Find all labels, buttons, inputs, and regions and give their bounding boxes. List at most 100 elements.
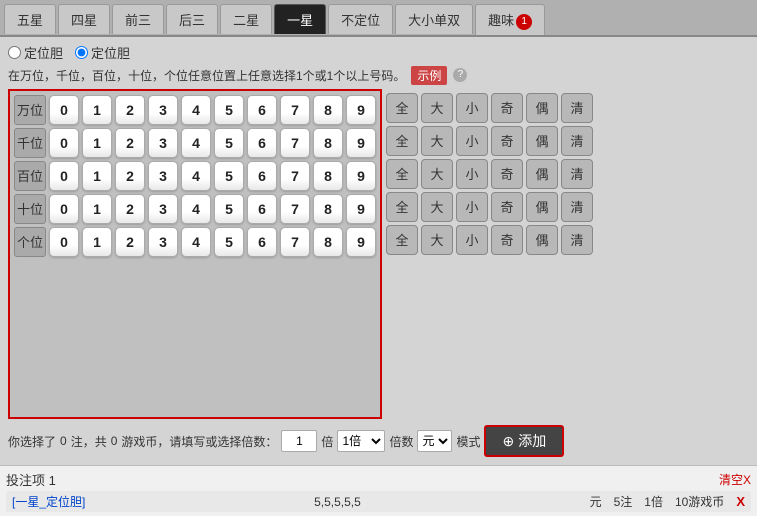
attr-shiwei-small[interactable]: 小: [456, 192, 488, 222]
num-gewei-2[interactable]: 2: [115, 227, 145, 257]
num-baiwei-3[interactable]: 3: [148, 161, 178, 191]
num-shiwei-0[interactable]: 0: [49, 194, 79, 224]
radio-dingweidan2[interactable]: 定位胆: [75, 43, 130, 62]
num-shiwei-2[interactable]: 2: [115, 194, 145, 224]
num-qianwei-2[interactable]: 2: [115, 128, 145, 158]
num-baiwei-7[interactable]: 7: [280, 161, 310, 191]
attr-baiwei-even[interactable]: 偶: [526, 159, 558, 189]
num-gewei-7[interactable]: 7: [280, 227, 310, 257]
label-gewei[interactable]: 个位: [14, 227, 46, 257]
add-button[interactable]: ⊕ 添加: [484, 425, 564, 457]
num-wanwei-6[interactable]: 6: [247, 95, 277, 125]
label-shiwei[interactable]: 十位: [14, 194, 46, 224]
attr-gewei-all[interactable]: 全: [386, 225, 418, 255]
num-shiwei-7[interactable]: 7: [280, 194, 310, 224]
attr-wanwei-even[interactable]: 偶: [526, 93, 558, 123]
mode-select[interactable]: 元 角 分: [417, 430, 452, 452]
num-baiwei-8[interactable]: 8: [313, 161, 343, 191]
attr-baiwei-big[interactable]: 大: [421, 159, 453, 189]
tab-erxing[interactable]: 二星: [220, 4, 272, 34]
num-baiwei-9[interactable]: 9: [346, 161, 376, 191]
num-wanwei-2[interactable]: 2: [115, 95, 145, 125]
num-gewei-6[interactable]: 6: [247, 227, 277, 257]
attr-gewei-big[interactable]: 大: [421, 225, 453, 255]
attr-qianwei-clear[interactable]: 清: [561, 126, 593, 156]
tab-qiansan[interactable]: 前三: [112, 4, 164, 34]
example-button[interactable]: 示例: [411, 66, 447, 85]
num-gewei-5[interactable]: 5: [214, 227, 244, 257]
num-gewei-4[interactable]: 4: [181, 227, 211, 257]
attr-shiwei-even[interactable]: 偶: [526, 192, 558, 222]
num-baiwei-1[interactable]: 1: [82, 161, 112, 191]
attr-baiwei-small[interactable]: 小: [456, 159, 488, 189]
num-gewei-0[interactable]: 0: [49, 227, 79, 257]
num-wanwei-7[interactable]: 7: [280, 95, 310, 125]
num-qianwei-0[interactable]: 0: [49, 128, 79, 158]
multiplier-select[interactable]: 1倍 2倍 3倍 5倍 10倍: [337, 430, 385, 452]
num-baiwei-6[interactable]: 6: [247, 161, 277, 191]
attr-gewei-small[interactable]: 小: [456, 225, 488, 255]
num-shiwei-4[interactable]: 4: [181, 194, 211, 224]
label-baiwei[interactable]: 百位: [14, 161, 46, 191]
num-qianwei-5[interactable]: 5: [214, 128, 244, 158]
attr-shiwei-all[interactable]: 全: [386, 192, 418, 222]
attr-qianwei-even[interactable]: 偶: [526, 126, 558, 156]
tab-housan[interactable]: 后三: [166, 4, 218, 34]
attr-wanwei-odd[interactable]: 奇: [491, 93, 523, 123]
num-baiwei-2[interactable]: 2: [115, 161, 145, 191]
help-icon[interactable]: ?: [453, 68, 467, 82]
num-qianwei-1[interactable]: 1: [82, 128, 112, 158]
attr-gewei-even[interactable]: 偶: [526, 225, 558, 255]
num-gewei-9[interactable]: 9: [346, 227, 376, 257]
num-shiwei-5[interactable]: 5: [214, 194, 244, 224]
attr-shiwei-clear[interactable]: 清: [561, 192, 593, 222]
label-qianwei[interactable]: 千位: [14, 128, 46, 158]
num-qianwei-8[interactable]: 8: [313, 128, 343, 158]
num-wanwei-8[interactable]: 8: [313, 95, 343, 125]
attr-wanwei-clear[interactable]: 清: [561, 93, 593, 123]
label-wanwei[interactable]: 万位: [14, 95, 46, 125]
num-qianwei-6[interactable]: 6: [247, 128, 277, 158]
num-qianwei-4[interactable]: 4: [181, 128, 211, 158]
attr-gewei-odd[interactable]: 奇: [491, 225, 523, 255]
attr-wanwei-big[interactable]: 大: [421, 93, 453, 123]
attr-baiwei-clear[interactable]: 清: [561, 159, 593, 189]
num-shiwei-8[interactable]: 8: [313, 194, 343, 224]
num-qianwei-3[interactable]: 3: [148, 128, 178, 158]
attr-baiwei-odd[interactable]: 奇: [491, 159, 523, 189]
attr-gewei-clear[interactable]: 清: [561, 225, 593, 255]
num-shiwei-9[interactable]: 9: [346, 194, 376, 224]
num-gewei-1[interactable]: 1: [82, 227, 112, 257]
tab-quwei[interactable]: 趣味1: [475, 4, 545, 35]
num-baiwei-5[interactable]: 5: [214, 161, 244, 191]
attr-wanwei-all[interactable]: 全: [386, 93, 418, 123]
tab-budingwei[interactable]: 不定位: [328, 4, 393, 34]
attr-qianwei-small[interactable]: 小: [456, 126, 488, 156]
radio-dingweidan1[interactable]: 定位胆: [8, 43, 63, 62]
attr-shiwei-big[interactable]: 大: [421, 192, 453, 222]
num-wanwei-5[interactable]: 5: [214, 95, 244, 125]
attr-qianwei-all[interactable]: 全: [386, 126, 418, 156]
multiplier-input[interactable]: [281, 430, 317, 452]
num-gewei-3[interactable]: 3: [148, 227, 178, 257]
num-wanwei-3[interactable]: 3: [148, 95, 178, 125]
num-baiwei-0[interactable]: 0: [49, 161, 79, 191]
attr-shiwei-odd[interactable]: 奇: [491, 192, 523, 222]
tab-sixing[interactable]: 四星: [58, 4, 110, 34]
delete-button[interactable]: X: [736, 494, 745, 509]
num-wanwei-9[interactable]: 9: [346, 95, 376, 125]
tab-wuxing[interactable]: 五星: [4, 4, 56, 34]
tab-yixing[interactable]: 一星: [274, 4, 326, 34]
num-gewei-8[interactable]: 8: [313, 227, 343, 257]
clear-button[interactable]: 清空X: [719, 471, 751, 488]
num-wanwei-1[interactable]: 1: [82, 95, 112, 125]
attr-qianwei-odd[interactable]: 奇: [491, 126, 523, 156]
attr-wanwei-small[interactable]: 小: [456, 93, 488, 123]
num-baiwei-4[interactable]: 4: [181, 161, 211, 191]
num-shiwei-6[interactable]: 6: [247, 194, 277, 224]
num-wanwei-0[interactable]: 0: [49, 95, 79, 125]
attr-baiwei-all[interactable]: 全: [386, 159, 418, 189]
num-qianwei-9[interactable]: 9: [346, 128, 376, 158]
num-wanwei-4[interactable]: 4: [181, 95, 211, 125]
tab-daxiao[interactable]: 大小单双: [395, 4, 473, 34]
